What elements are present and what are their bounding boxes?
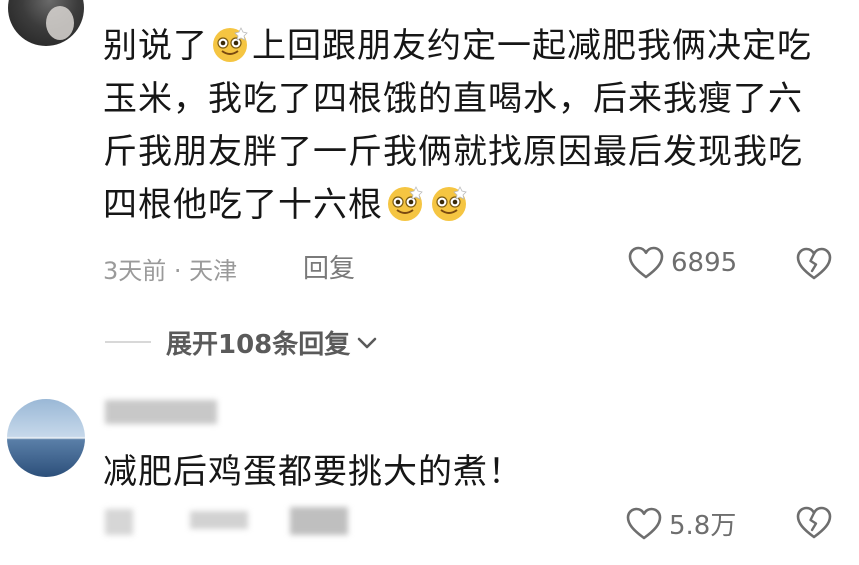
broken-heart-icon[interactable] — [795, 506, 833, 540]
comment-text: 别说了 上回跟朋友约定一起减肥我俩决定吃玉米，我吃了四根饿的直喝水，后来我瘦了六… — [103, 20, 823, 232]
like-count: 6895 — [671, 248, 738, 278]
heart-outline-icon — [628, 246, 664, 279]
expand-divider-line — [105, 341, 151, 343]
smiling-sweat-emoji-icon — [432, 186, 467, 221]
chevron-down-icon — [357, 337, 377, 348]
comment-meta-redacted — [190, 511, 248, 529]
reply-button[interactable]: 回复 — [303, 248, 355, 285]
expand-replies-button[interactable]: 展开108条回复 — [166, 324, 378, 361]
expand-replies-label: 展开108条回复 — [166, 330, 351, 360]
broken-heart-icon[interactable] — [795, 247, 833, 281]
comment-text-part: 别说了 — [103, 26, 208, 66]
smiling-sweat-emoji-icon — [388, 186, 423, 221]
like-button[interactable]: 6895 — [627, 246, 737, 280]
smiling-sweat-emoji-icon — [213, 27, 248, 62]
like-count: 5.8万 — [669, 511, 737, 541]
comment-text: 减肥后鸡蛋都要挑大的煮！ — [103, 452, 523, 492]
user-avatar[interactable] — [8, 0, 84, 46]
user-avatar[interactable] — [7, 399, 85, 477]
like-button[interactable]: 5.8万 — [625, 505, 736, 542]
heart-outline-icon — [626, 507, 662, 539]
comment-meta-redacted — [105, 509, 133, 535]
reply-button-redacted[interactable] — [290, 507, 348, 535]
avatar-face — [46, 6, 74, 40]
username-redacted[interactable] — [105, 400, 217, 424]
comment-meta: 3天前 · 天津 — [103, 257, 238, 285]
